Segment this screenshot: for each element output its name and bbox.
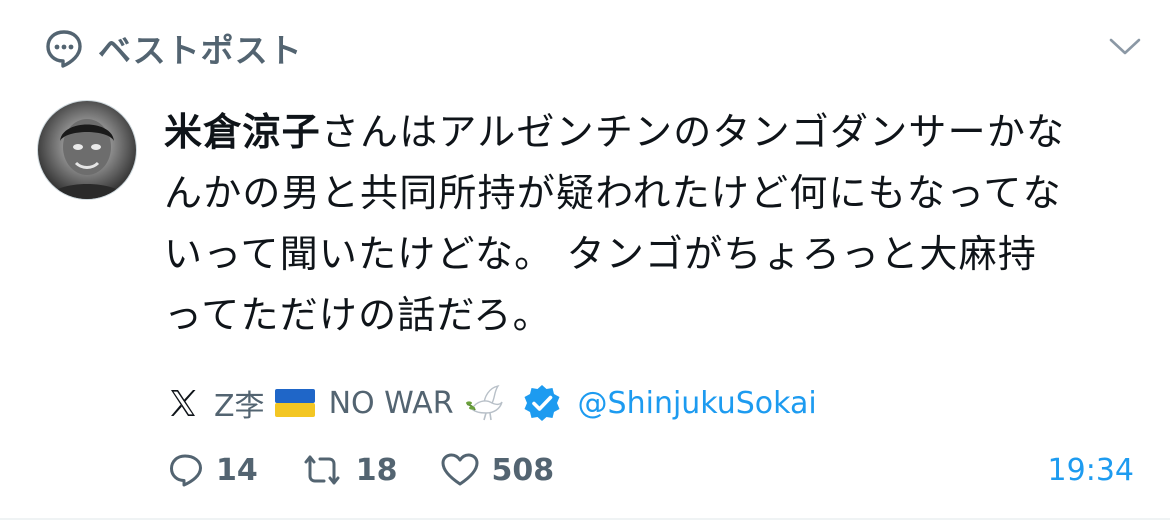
repost-button[interactable]: 18 <box>300 452 398 488</box>
avatar[interactable] <box>37 100 137 200</box>
like-count: 508 <box>491 452 555 488</box>
verified-badge-icon <box>524 385 560 421</box>
source-handle[interactable]: @ShinjukuSokai <box>578 386 817 421</box>
post-text: 米倉涼子さんはアルゼンチンのタンゴダンサーかなんかの男と共同所持が疑われたけど何… <box>164 102 1069 346</box>
repost-icon <box>304 455 340 485</box>
ukraine-flag-icon <box>274 389 315 417</box>
source-slogan: NO WAR <box>328 385 454 421</box>
heart-icon <box>441 453 478 486</box>
reply-count: 14 <box>216 452 258 488</box>
post-timestamp[interactable]: 19:34 <box>1048 453 1134 488</box>
source-account-name: Z李 <box>214 389 265 424</box>
page-title: ベストポスト <box>98 31 303 70</box>
avatar-image <box>48 119 126 199</box>
reply-button[interactable]: 14 <box>168 452 258 488</box>
repost-count: 18 <box>355 452 398 488</box>
dove-icon <box>465 384 503 421</box>
chevron-down-icon[interactable] <box>1108 34 1142 58</box>
reply-icon <box>170 454 202 487</box>
mentioned-name: 米倉涼子 <box>164 110 321 154</box>
post-source[interactable]: Z李 NO WAR @ShinjukuSokai <box>168 376 817 430</box>
best-post-header: ベストポスト <box>44 24 303 72</box>
like-button[interactable]: 508 <box>440 452 555 488</box>
divider <box>0 518 1170 520</box>
engagement-bar: 14 18 508 19:34 <box>168 442 1134 498</box>
speech-bubble-icon <box>46 30 82 68</box>
x-logo-icon <box>171 390 196 416</box>
